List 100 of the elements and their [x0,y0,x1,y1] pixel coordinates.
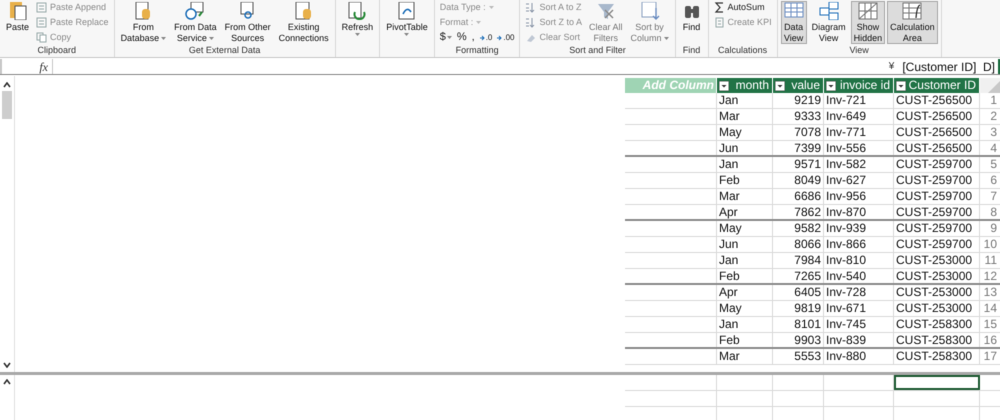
table-cell: Mar [717,349,773,364]
format-button[interactable]: % [456,32,467,43]
table-cell: Inv-771 [824,125,894,140]
format-button[interactable]: .00 [497,32,514,43]
ribbon-button[interactable]: Data View [780,1,807,44]
table-cell: Inv-866 [824,237,894,252]
table-cell: 9333 [773,109,824,124]
sort-icon [525,2,536,13]
group-label: Calculations [718,46,768,55]
table-cell: Inv-556 [824,141,894,155]
table-cell: Inv-728 [824,285,894,300]
table-cell: 9571 [773,157,824,172]
ribbon-button[interactable]: Refresh [338,1,376,44]
table-cell: May [717,125,773,140]
table-cell: Apr [717,205,773,219]
ribbon-button[interactable]: Show Hidden [850,1,886,44]
ribbon-button[interactable]: Calculation Area [887,1,938,44]
table-cell: 9219 [773,93,824,108]
table-cell: 9582 [773,221,824,236]
group-label: Get External Data [188,46,260,55]
scroll-down-icon[interactable] [3,362,11,368]
table-cell: 7984 [773,253,824,268]
scroll-up-icon[interactable] [3,379,11,385]
table-cell: Apr [717,285,773,300]
selected-cell[interactable] [894,375,980,390]
format-button[interactable]: , [472,32,475,43]
ribbon-button[interactable]: Diagram View [808,1,849,44]
table-cell: Inv-839 [824,333,894,347]
name-box[interactable]: fx [0,59,53,74]
table-cell: Inv-956 [824,189,894,204]
dropdown-icon [896,80,906,90]
table-cell: Jan [717,253,773,268]
ribbon-command[interactable]: AutoSum [714,2,772,13]
ribbon-button[interactable]: From Other Sources [222,1,274,44]
table-cell: Mar [717,109,773,124]
group-label: Formatting [456,46,499,55]
arrow-icon [497,34,502,40]
table-cell: 7265 [773,269,824,283]
table-cell: Inv-939 [824,221,894,236]
table-cell: Inv-880 [824,349,894,364]
table-cell: 7399 [773,141,824,155]
caret-icon [476,21,482,24]
table-cell: 7078 [773,125,824,140]
expand-toggle[interactable]: ¥ [888,62,894,72]
formula-text: [Customer ID] D] [902,60,995,72]
formula-field[interactable]: ¥ [Customer ID] D] [53,59,1000,74]
group-label: View [849,46,869,55]
format-button[interactable]: $ [440,32,452,43]
table-cell: Inv-810 [824,253,894,268]
ribbon-button[interactable]: Existing Connections [276,1,332,44]
table-cell: May [717,221,773,236]
filter-icon [596,2,616,20]
ribbon-button[interactable]: Find [678,1,705,44]
table-cell: Jun [717,141,773,155]
copy-icon [36,32,48,43]
table-cell: May [717,301,773,316]
table-cell: Feb [717,333,773,347]
table-cell: 6686 [773,189,824,204]
table-cell: Jan [717,157,773,172]
table-cell: Inv-745 [824,317,894,332]
vertical-scrollbar[interactable] [0,76,15,372]
scroll-up-icon[interactable] [3,82,11,88]
table-cell: 9903 [773,333,824,347]
column-header[interactable]: value [773,78,824,93]
column-header[interactable]: Customer ID [894,78,980,93]
table-cell: Inv-582 [824,157,894,172]
table-cell: 6405 [773,285,824,300]
table-cell: 8101 [773,317,824,332]
group-label: Clipboard [38,46,76,55]
scrollbar-thumb[interactable] [2,91,12,119]
table-cell: Inv-671 [824,301,894,316]
table-cell: Inv-627 [824,173,894,188]
list-icon [714,17,725,28]
dropdown-icon [775,80,785,90]
table-cell: Feb [717,269,773,283]
table-cell: Jan [717,93,773,108]
ribbon-button[interactable]: PivotTable [383,1,431,44]
table-cell: Mar [717,189,773,204]
table-cell: Jun [717,237,773,252]
column-header[interactable]: invoice id [824,78,894,93]
dropdown-icon [826,80,836,90]
fx-label: fx [39,60,48,72]
sigma-icon [714,2,725,13]
table-cell: Jan [717,317,773,332]
table-cell: 5553 [773,349,824,364]
ribbon-button[interactable]: From Data Service [171,1,220,44]
caret-icon [488,6,494,9]
group-label: Find [682,46,700,55]
dropdown-icon [719,80,729,90]
arrow-icon [480,34,485,40]
table-cell: Inv-649 [824,109,894,124]
table-cell: Inv-870 [824,205,894,219]
eraser-icon [525,32,536,43]
column-header[interactable]: month [717,78,773,93]
table-cell: 7862 [773,205,824,219]
ribbon-button[interactable]: From Database [118,1,170,44]
format-button[interactable]: .0 [480,32,492,43]
caret-icon [446,36,452,39]
ribbon-button[interactable]: Paste [3,1,32,44]
table-cell: 8066 [773,237,824,252]
